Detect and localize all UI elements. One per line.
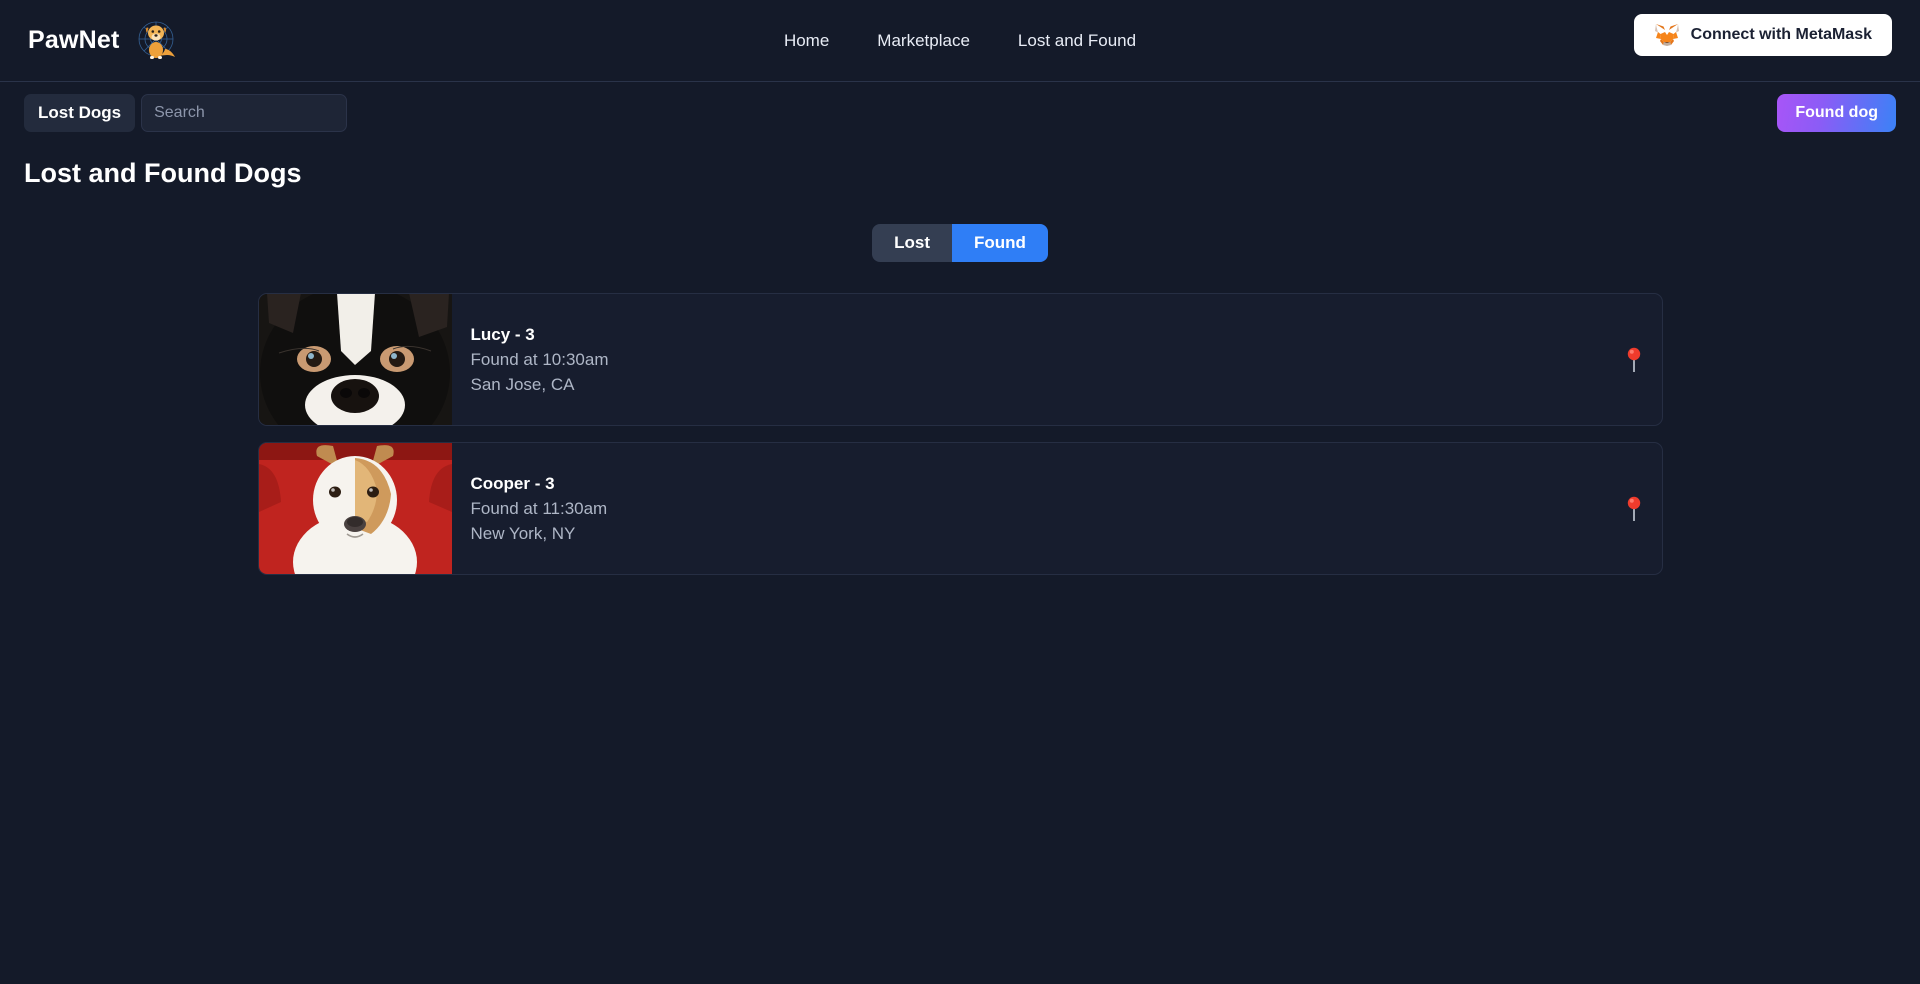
dog-card-info: Lucy - 3 Found at 10:30am San Jose, CA — [452, 323, 609, 397]
dog-name: Cooper - 3 — [470, 473, 555, 493]
dog-location: New York, NY — [470, 523, 576, 543]
dog-card-info: Cooper - 3 Found at 11:30am New York, NY — [452, 472, 608, 546]
connect-metamask-label: Connect with MetaMask — [1690, 26, 1872, 43]
toggle-found-button[interactable]: Found — [951, 224, 1048, 262]
table-row[interactable]: Cooper - 3 Found at 11:30am New York, NY — [257, 442, 1663, 575]
brand-name: PawNet — [28, 26, 120, 54]
dog-photo-cooper — [258, 443, 452, 574]
dog-found-time: Found at 11:30am — [470, 498, 608, 518]
lost-found-toggle: Lost Found — [872, 224, 1048, 262]
page-title: Lost and Found Dogs — [24, 158, 302, 188]
search-input[interactable] — [141, 94, 348, 132]
toggle-lost-button[interactable]: Lost — [872, 224, 952, 262]
dog-name: Lucy - 3 — [470, 324, 535, 344]
connect-metamask-button[interactable]: Connect with MetaMask — [1633, 14, 1892, 56]
nav-link-lost-and-found[interactable]: Lost and Found — [1018, 31, 1136, 51]
brand-logo-group[interactable]: PawNet — [28, 15, 182, 67]
dog-location: San Jose, CA — [470, 374, 575, 394]
main-navigation: Home Marketplace Lost and Found — [784, 31, 1136, 51]
metamask-fox-icon — [1654, 23, 1680, 47]
page-toolbar: Lost Dogs Found dog — [0, 82, 1920, 144]
dog-photo-lucy — [258, 294, 452, 425]
dog-network-logo-icon — [130, 15, 182, 67]
lost-found-toggle-wrapper: Lost Found — [0, 224, 1920, 262]
found-dog-button[interactable]: Found dog — [1777, 94, 1896, 132]
nav-link-marketplace[interactable]: Marketplace — [877, 31, 970, 51]
top-header: PawNet Home Marketplace Lost and Found C… — [0, 0, 1920, 82]
nav-link-home[interactable]: Home — [784, 31, 829, 51]
lost-dogs-button[interactable]: Lost Dogs — [24, 94, 136, 132]
dog-found-time: Found at 10:30am — [470, 349, 609, 369]
dog-card-list: Lucy - 3 Found at 10:30am San Jose, CA C… — [257, 293, 1663, 575]
table-row[interactable]: Lucy - 3 Found at 10:30am San Jose, CA — [257, 293, 1663, 426]
